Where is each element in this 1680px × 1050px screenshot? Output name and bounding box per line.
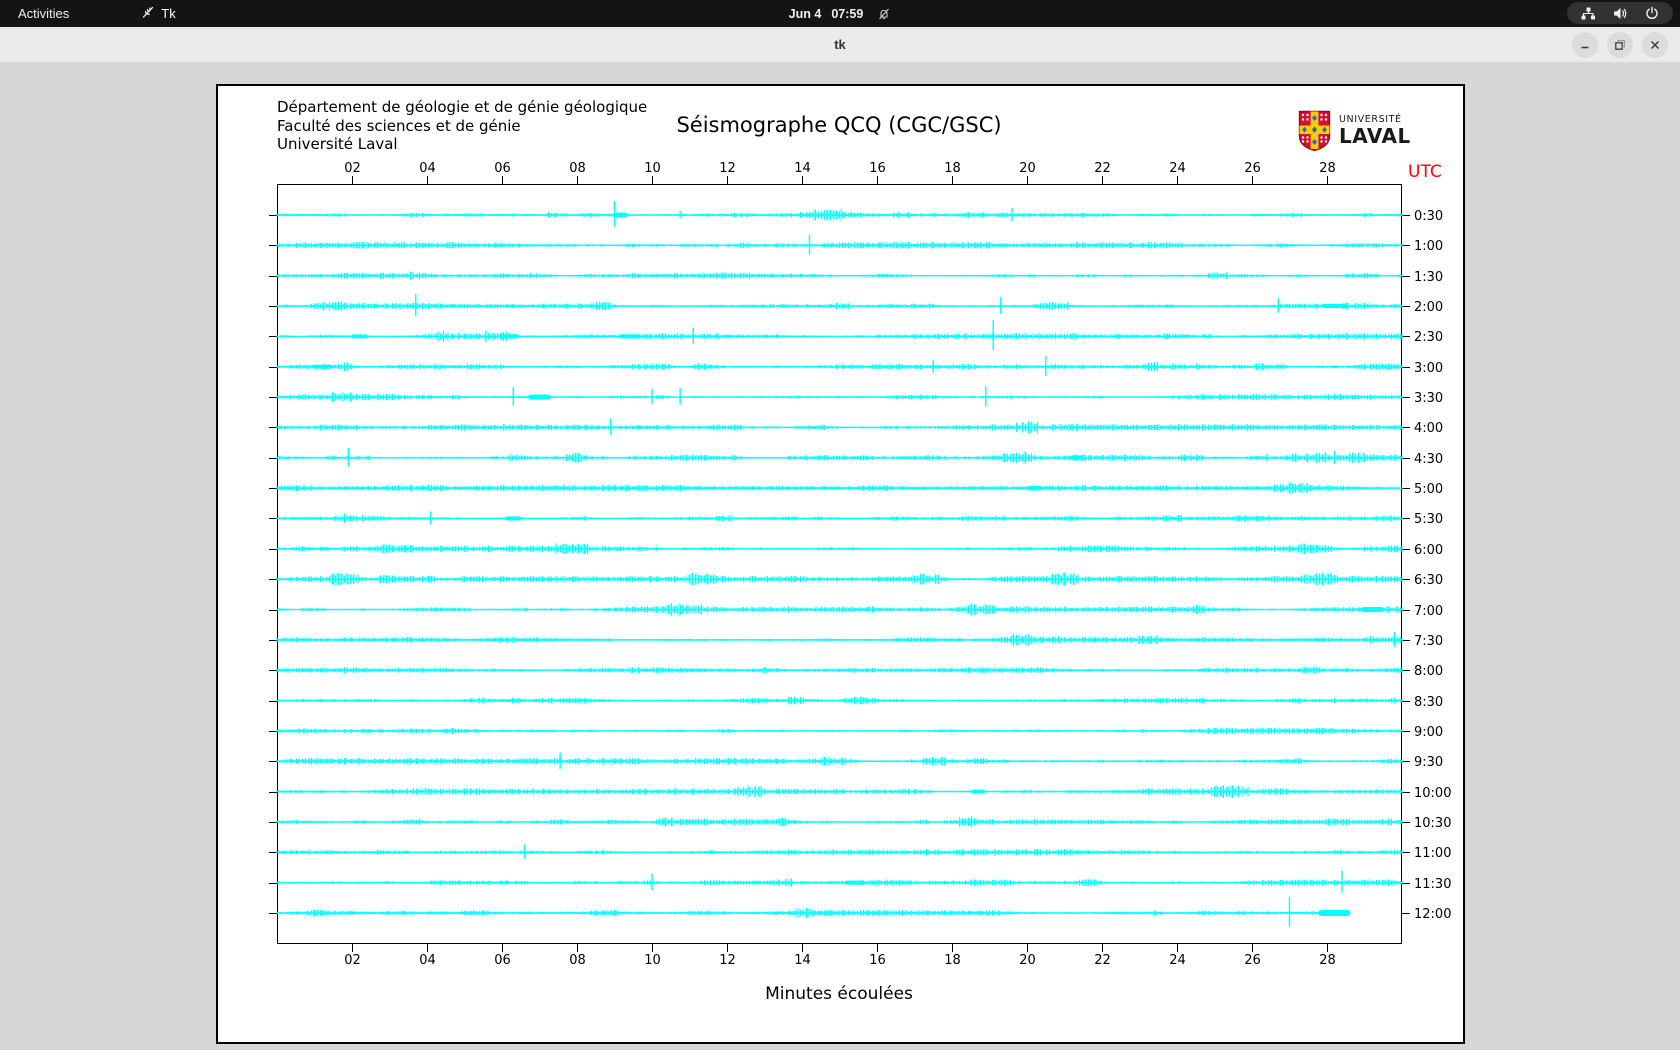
svg-text:6:30: 6:30 (1414, 573, 1443, 588)
svg-text:16: 16 (869, 161, 886, 176)
svg-text:06: 06 (494, 161, 511, 176)
svg-text:5:30: 5:30 (1414, 512, 1443, 527)
svg-text:7:30: 7:30 (1414, 634, 1443, 649)
svg-text:22: 22 (1094, 161, 1111, 176)
svg-text:08: 08 (569, 161, 586, 176)
clock-menu[interactable]: Jun 4 07:59 (0, 0, 1680, 27)
svg-text:2:30: 2:30 (1414, 330, 1443, 345)
top-bar: Activities Tk Jun 4 07:59 (0, 0, 1680, 27)
maximize-button[interactable] (1607, 31, 1633, 58)
svg-text:06: 06 (494, 953, 511, 968)
minimize-button[interactable] (1572, 31, 1598, 58)
volume-icon (1613, 7, 1628, 20)
window-title: tk (834, 37, 846, 52)
svg-text:18: 18 (944, 953, 961, 968)
svg-text:24: 24 (1169, 161, 1186, 176)
svg-text:0:30: 0:30 (1414, 209, 1443, 224)
svg-text:24: 24 (1169, 953, 1186, 968)
svg-text:2:00: 2:00 (1414, 300, 1443, 315)
svg-text:20: 20 (1019, 161, 1036, 176)
svg-text:12: 12 (719, 161, 736, 176)
svg-text:1:00: 1:00 (1414, 239, 1443, 254)
svg-text:4:30: 4:30 (1414, 452, 1443, 467)
svg-text:04: 04 (419, 161, 436, 176)
svg-text:1:30: 1:30 (1414, 270, 1443, 285)
svg-text:5:00: 5:00 (1414, 482, 1443, 497)
seismograph-figure: Département de géologie et de génie géol… (216, 84, 1465, 1044)
svg-text:10:30: 10:30 (1414, 816, 1451, 831)
window-content: Département de géologie et de génie géol… (0, 62, 1680, 1050)
window-titlebar[interactable]: tk (0, 27, 1680, 63)
svg-text:9:30: 9:30 (1414, 755, 1443, 770)
svg-text:02: 02 (344, 953, 361, 968)
svg-text:04: 04 (419, 953, 436, 968)
svg-text:6:00: 6:00 (1414, 543, 1443, 558)
power-icon (1645, 6, 1659, 20)
x-axis-title: Minutes écoulées (765, 984, 913, 1004)
svg-text:08: 08 (569, 953, 586, 968)
svg-text:18: 18 (944, 161, 961, 176)
svg-text:02: 02 (344, 161, 361, 176)
svg-text:12:00: 12:00 (1414, 907, 1451, 922)
notifications-muted-icon (877, 7, 891, 21)
svg-text:3:00: 3:00 (1414, 361, 1443, 376)
svg-text:12: 12 (719, 953, 736, 968)
svg-text:9:00: 9:00 (1414, 725, 1443, 740)
system-status-menu[interactable] (1567, 2, 1673, 24)
desktop: Activities Tk Jun 4 07:59 tk Département… (0, 0, 1680, 1050)
svg-text:11:30: 11:30 (1414, 877, 1451, 892)
clock-date: Jun 4 (788, 6, 822, 21)
svg-text:3:30: 3:30 (1414, 391, 1443, 406)
seismogram-plot: 02 02 04 04 06 06 08 08 10 10 12 12 14 14 16 16 18 18 20 20… (269, 161, 1451, 968)
svg-text:26: 26 (1244, 161, 1261, 176)
svg-text:22: 22 (1094, 953, 1111, 968)
clock-time: 07:59 (831, 6, 864, 21)
svg-text:8:00: 8:00 (1414, 664, 1443, 679)
svg-text:16: 16 (869, 953, 886, 968)
close-button[interactable] (1642, 31, 1668, 58)
svg-text:26: 26 (1244, 953, 1261, 968)
svg-text:10: 10 (644, 953, 661, 968)
svg-text:28: 28 (1319, 953, 1336, 968)
svg-text:10:00: 10:00 (1414, 786, 1451, 801)
svg-text:10: 10 (644, 161, 661, 176)
svg-text:4:00: 4:00 (1414, 421, 1443, 436)
svg-text:11:00: 11:00 (1414, 846, 1451, 861)
svg-text:7:00: 7:00 (1414, 604, 1443, 619)
svg-text:8:30: 8:30 (1414, 695, 1443, 710)
svg-text:14: 14 (794, 161, 811, 176)
svg-text:20: 20 (1019, 953, 1036, 968)
svg-text:28: 28 (1319, 161, 1336, 176)
wired-network-icon (1581, 7, 1596, 20)
svg-text:14: 14 (794, 953, 811, 968)
